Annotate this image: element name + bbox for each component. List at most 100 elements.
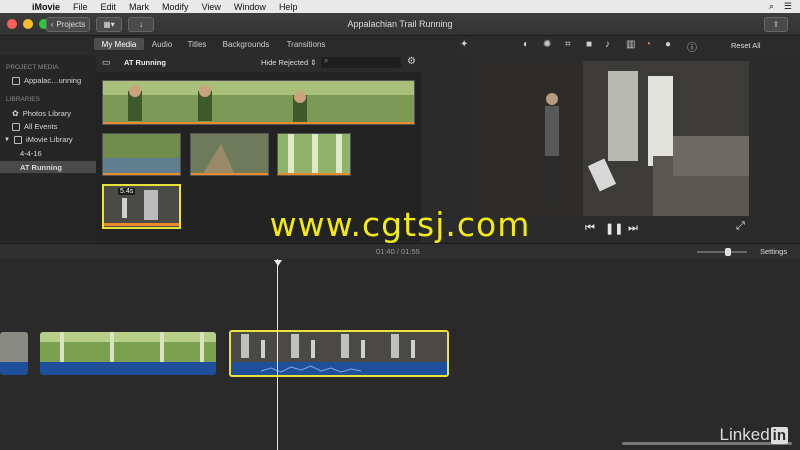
clip-3-video — [231, 332, 447, 362]
noise-reduction-icon[interactable]: ▥ — [626, 39, 635, 50]
clip-2-audio — [40, 362, 216, 375]
clip-thumbnail-trail[interactable] — [190, 133, 269, 176]
menu-modify[interactable]: Modify — [162, 2, 189, 12]
crop-icon[interactable]: ⌗ — [565, 39, 571, 50]
menu-window[interactable]: Window — [234, 2, 266, 12]
clip-1-video — [0, 332, 28, 362]
projects-back-label: Projects — [56, 20, 86, 29]
menu-help[interactable]: Help — [279, 2, 298, 12]
sidebar-item-at-running[interactable]: AT Running — [0, 161, 96, 173]
timeline-header: 01:40 / 01:55 Settings — [0, 243, 800, 259]
menu-edit[interactable]: Edit — [101, 2, 117, 12]
menu-mark[interactable]: Mark — [129, 2, 149, 12]
clip-3-audio — [231, 362, 447, 375]
spotlight-search-icon[interactable]: ⌕ — [769, 1, 774, 12]
river-scene — [103, 134, 180, 175]
video-viewer — [473, 61, 749, 216]
libraries-heading: LIBRARIES — [6, 96, 40, 103]
color-correction-icon[interactable]: ✺ — [543, 39, 551, 50]
volume-icon[interactable]: ♪ — [605, 39, 610, 50]
speed-icon[interactable]: ◔ — [645, 39, 651, 50]
projects-back-button[interactable]: ‹ Projects — [46, 17, 90, 32]
trees-scene — [278, 134, 350, 175]
magic-wand-icon[interactable]: ✦ — [460, 39, 468, 50]
menu-bar: iMovie File Edit Mark Modify View Window… — [0, 0, 800, 13]
clip-thumbnail-interview[interactable] — [102, 80, 415, 125]
notification-list-icon[interactable]: ☰ — [784, 1, 792, 12]
event-title: AT Running — [124, 58, 166, 67]
project-media-heading: PROJECT MEDIA — [6, 64, 59, 71]
timecode-display: 01:40 / 01:55 — [376, 247, 420, 256]
timeline-clip-3-selected[interactable] — [229, 330, 449, 377]
project-icon — [12, 76, 20, 85]
content-tabs: My Media Audio Titles Backgrounds Transi… — [0, 36, 455, 52]
media-view-button[interactable]: ▦▾ — [96, 17, 122, 32]
trail-scene — [191, 134, 268, 175]
sidebar-toggle-icon[interactable]: ▭ — [102, 57, 111, 68]
playhead-marker[interactable] — [274, 260, 282, 266]
sidebar-item-event-date[interactable]: 4-4-16 — [20, 149, 42, 158]
sidebar-item-project[interactable]: Appalac…unning — [12, 76, 81, 85]
sidebar-item-imovie-library-label: iMovie Library — [25, 135, 73, 144]
audio-waveform — [260, 365, 362, 373]
download-arrow-icon: ↓ — [139, 20, 143, 29]
clip-thumbnail-river[interactable] — [102, 133, 181, 176]
info-icon[interactable]: ⓘ — [687, 39, 697, 54]
film-icon: ▦▾ — [103, 20, 115, 29]
photos-icon: ✿ — [12, 109, 19, 118]
tab-audio[interactable]: Audio — [147, 38, 177, 50]
events-icon — [12, 122, 20, 131]
linkedin-logo-in: in — [770, 427, 788, 444]
linkedin-logo: Linked in — [720, 425, 788, 445]
clip-2-video — [40, 332, 216, 362]
sidebar-item-at-running-label: AT Running — [20, 162, 62, 172]
playhead-line[interactable] — [277, 259, 278, 450]
minimize-window-icon[interactable] — [23, 19, 33, 29]
tab-transitions[interactable]: Transitions — [283, 38, 329, 50]
settings-gear-icon[interactable]: ⚙ — [407, 56, 416, 67]
window-title: Appalachian Trail Running — [347, 19, 453, 29]
clip-duration-badge: 5.4s — [118, 188, 136, 195]
color-balance-icon[interactable]: ◐ — [523, 39, 529, 50]
menu-app[interactable]: iMovie — [32, 2, 60, 12]
import-button[interactable]: ↓ — [128, 17, 154, 32]
clip-1-audio — [0, 362, 28, 375]
timeline-clip-1[interactable] — [0, 332, 28, 375]
menu-file[interactable]: File — [73, 2, 88, 12]
viewer-adjustments-bar: ✦ ◐ ✺ ⌗ ■ ♪ ▥ ◔ ● ⓘ Reset All — [455, 36, 800, 54]
linkedin-logo-word: Linked — [719, 425, 770, 444]
sidebar-item-imovie-library[interactable]: ▼ iMovie Library — [4, 135, 73, 144]
sidebar-item-all-events-label: All Events — [24, 122, 58, 131]
tab-titles[interactable]: Titles — [182, 38, 212, 50]
sidebar-item-all-events[interactable]: All Events — [12, 122, 57, 131]
close-window-icon[interactable] — [7, 19, 17, 29]
window-toolbar: ‹ Projects ▦▾ ↓ Appalachian Trail Runnin… — [0, 13, 800, 36]
stabilization-icon[interactable]: ■ — [586, 39, 592, 50]
timeline-clip-2[interactable] — [40, 332, 216, 375]
tab-my-media[interactable]: My Media — [94, 38, 144, 50]
clip-filmstrip — [103, 81, 414, 124]
disclosure-triangle-icon: ▼ — [4, 136, 10, 143]
clip-thumbnail-trees[interactable] — [277, 133, 351, 176]
reset-all-button[interactable]: Reset All — [731, 41, 761, 50]
timeline-settings-button[interactable]: Settings — [760, 247, 787, 256]
filter-select[interactable]: Hide Rejected ⇕ — [261, 58, 317, 67]
sidebar-item-event-date-label: 4-4-16 — [20, 149, 42, 158]
search-input[interactable]: ⌕ — [321, 56, 401, 68]
zoom-slider[interactable] — [697, 248, 747, 256]
clip-filter-icon[interactable]: ● — [665, 39, 671, 50]
filter-label: Hide Rejected — [261, 58, 309, 67]
site-watermark: www.cgtsj.com — [269, 205, 531, 244]
zoom-slider-knob[interactable] — [725, 248, 731, 256]
sidebar-item-photos-label: Photos Library — [22, 109, 72, 118]
sidebar-item-project-label: Appalac…unning — [24, 76, 82, 85]
sidebar-item-photos-library[interactable]: ✿ Photos Library — [12, 109, 71, 118]
share-button[interactable]: ⇪ — [764, 17, 788, 32]
menu-view[interactable]: View — [202, 2, 221, 12]
share-icon: ⇪ — [772, 20, 780, 29]
project-timeline — [0, 259, 800, 450]
updown-icon: ⇕ — [310, 58, 317, 67]
tab-backgrounds[interactable]: Backgrounds — [220, 38, 272, 50]
chevron-left-icon: ‹ — [50, 20, 54, 29]
library-icon — [13, 135, 22, 144]
